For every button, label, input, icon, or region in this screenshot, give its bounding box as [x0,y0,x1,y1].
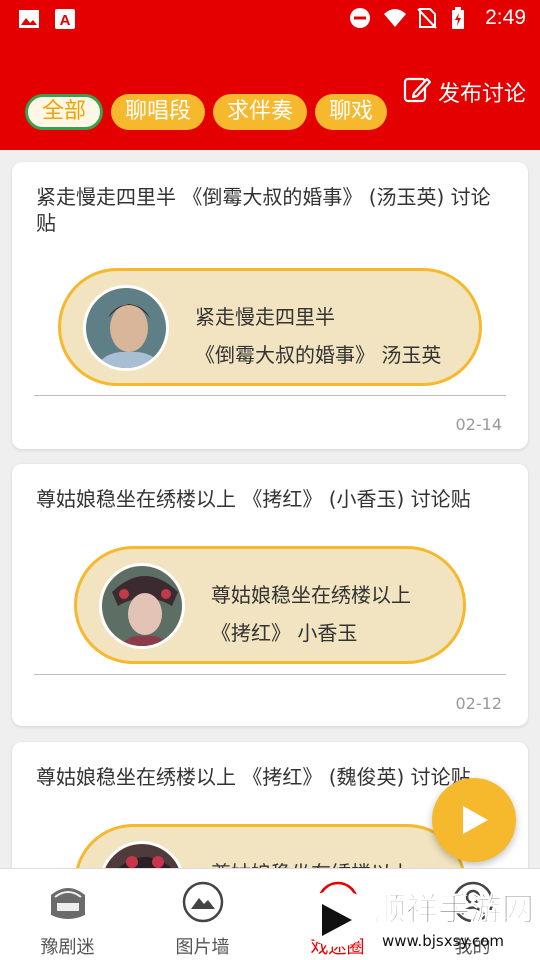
tab-singing[interactable]: 聊唱段 [111,94,206,130]
nav-label: 图片墙 [175,937,230,958]
tab-accompaniment[interactable]: 求伴奏 [213,94,308,130]
edit-icon [402,74,432,110]
play-button[interactable] [432,778,516,862]
dnd-icon [349,7,371,29]
post-title: 紧走慢走四里半 《倒霉大叔的婚事》 (汤玉英) 讨论贴 [36,185,491,235]
wifi-icon [383,7,407,29]
image-icon [18,8,40,30]
picture-icon [182,881,224,923]
play-icon [463,806,488,834]
nav-item-picture-wall[interactable]: 图片墙 [135,869,270,960]
app-header: A 2:49 发布讨论 全部 聊唱段 求伴奏 聊戏 [0,0,540,150]
site-watermark: 顺祥手游网 www.bjsxsy.com [300,880,540,960]
aria-pill[interactable]: 尊姑娘稳坐在绣楼以上 《拷红》 小香玉 [74,546,466,664]
status-bar: A 2:49 [0,0,540,38]
status-time: 2:49 [485,6,526,29]
avatar [99,841,185,868]
tab-opera-chat[interactable]: 聊戏 [315,94,388,130]
post-card[interactable]: 紧走慢走四里半 《倒霉大叔的婚事》 (汤玉英) 讨论贴 紧走慢走四里半 《倒霉大… [12,162,528,449]
no-sim-icon [417,7,439,29]
watermark-url: www.bjsxsy.com [382,932,504,950]
battery-icon [451,7,473,29]
aria-name: 尊姑娘稳坐在绣楼以上 [211,583,411,607]
aria-source: 《拷红》 小香玉 [211,621,358,645]
aria-pill[interactable]: 紧走慢走四里半 《倒霉大叔的婚事》 汤玉英 [58,268,482,386]
aria-name: 尊姑娘稳坐在绣楼以上 [211,857,411,868]
post-title: 尊姑娘稳坐在绣楼以上 《拷红》 (魏俊英) 讨论贴 [36,765,471,789]
post-date: 02-14 [455,415,503,434]
watermark-logo-icon [306,886,368,954]
avatar [83,285,169,371]
app-a-icon: A [54,8,76,30]
post-discussion-label: 发布讨论 [437,82,526,107]
nav-label: 豫剧迷 [40,937,95,958]
svg-text:A: A [60,12,71,29]
post-list[interactable]: 紧走慢走四里半 《倒霉大叔的婚事》 (汤玉英) 讨论贴 紧走慢走四里半 《倒霉大… [0,150,540,868]
tab-all[interactable]: 全部 [25,94,104,130]
post-date: 02-12 [455,694,503,713]
aria-pill[interactable]: 尊姑娘稳坐在绣楼以上 [74,824,466,868]
aria-source: 《倒霉大叔的婚事》 汤玉英 [195,343,442,367]
opera-logo-icon [47,881,89,923]
post-card[interactable]: 尊姑娘稳坐在绣楼以上 《拷红》 (小香玉) 讨论贴 尊姑娘稳坐在绣楼以上 《拷红… [12,464,528,726]
watermark-title: 顺祥手游网 [373,890,535,929]
nav-item-opera-fans[interactable]: 豫剧迷 [0,869,135,960]
aria-name: 紧走慢走四里半 [195,305,335,329]
avatar [99,563,185,649]
post-title: 尊姑娘稳坐在绣楼以上 《拷红》 (小香玉) 讨论贴 [36,487,471,511]
post-discussion-button[interactable]: 发布讨论 [402,74,526,110]
category-tabs: 全部 聊唱段 求伴奏 聊戏 [25,94,388,130]
divider [34,674,506,675]
divider [34,395,506,396]
